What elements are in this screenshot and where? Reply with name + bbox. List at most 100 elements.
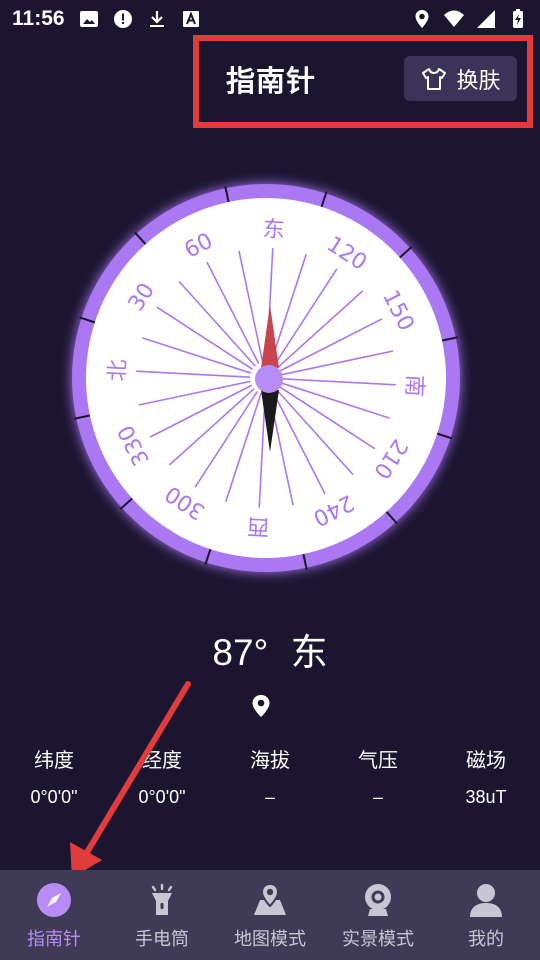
compass-tick	[119, 497, 133, 510]
location-icon	[415, 10, 429, 28]
stat-magnetic-field: 磁场 38uT	[432, 746, 540, 811]
compass-tick	[224, 186, 230, 203]
compass-spoke	[225, 392, 262, 502]
sensor-stats: 纬度 0°0'0" 经度 0°0'0" 海拔 – 气压 – 磁场 38uT	[0, 746, 540, 811]
compass-label: 300	[161, 480, 210, 524]
stat-label: 磁场	[466, 748, 506, 772]
stat-value: 0°0'0"	[30, 787, 78, 807]
compass-dial: 东 120150 南 210240 西 300330 北 30 60	[72, 184, 460, 572]
compass-spoke	[278, 386, 376, 450]
tab-label: 我的	[468, 929, 504, 950]
compass-spoke	[281, 350, 394, 376]
compass-label: 330	[113, 421, 154, 470]
compass-label: 240	[309, 489, 358, 530]
annotation-highlight-box	[193, 35, 533, 128]
compass-spoke	[276, 389, 354, 476]
tab-flashlight[interactable]: 手电筒	[108, 870, 216, 960]
compass-label: 120	[322, 232, 371, 276]
compass-tick	[436, 432, 453, 440]
stat-value: –	[264, 787, 275, 807]
status-bar: 11:56	[0, 0, 540, 38]
compass-tick	[302, 553, 308, 570]
compass-spoke	[258, 393, 266, 508]
compass-label: 西	[247, 513, 270, 539]
signal-icon	[477, 10, 495, 28]
tab-compass[interactable]: 指南针	[0, 870, 108, 960]
compass-labels: 东 120150 南 210240 西 300330 北 30 60	[105, 217, 427, 539]
compass-spoke	[168, 388, 255, 466]
compass-label: 210	[368, 434, 412, 483]
battery-icon	[513, 9, 523, 28]
compass-tick	[204, 548, 212, 565]
compass-spoke	[277, 290, 364, 368]
stat-label: 纬度	[34, 748, 74, 772]
compass-tick	[134, 231, 147, 245]
heading-direction: 东	[290, 632, 328, 673]
camera-icon	[365, 884, 391, 916]
stat-latitude: 纬度 0°0'0"	[0, 746, 108, 811]
keyboard-a-icon	[182, 11, 199, 27]
compass-label: 60	[181, 229, 217, 264]
person-icon	[470, 884, 502, 917]
compass-label: 东	[262, 217, 285, 243]
compass-label: 南	[401, 374, 427, 397]
needle-pivot	[255, 365, 283, 393]
compass-spoke	[142, 337, 252, 374]
map-icon	[254, 882, 286, 915]
stat-value: –	[372, 787, 383, 807]
stat-value: 38uT	[465, 787, 507, 807]
compass-tick	[441, 336, 458, 342]
download-icon	[149, 11, 164, 27]
flashlight-icon	[151, 883, 173, 915]
needle-north	[261, 305, 279, 368]
location-pin-icon	[252, 695, 270, 717]
tab-label: 手电筒	[135, 929, 189, 950]
compass-face	[86, 198, 446, 558]
compass-spoke	[270, 254, 307, 364]
tab-map-mode[interactable]: 地图模式	[216, 870, 324, 960]
compass-label: 北	[105, 359, 131, 382]
compass-spoke	[266, 248, 274, 363]
needle-south	[261, 390, 279, 452]
compass-tick	[320, 191, 328, 208]
compass-spoke	[149, 384, 253, 438]
annotation-arrow	[70, 681, 191, 878]
tab-profile[interactable]: 我的	[432, 870, 540, 960]
bottom-tab-bar: 指南针 手电筒 地图模式 实景模式 我的	[0, 870, 540, 960]
compass-label: 30	[124, 279, 160, 316]
compass-label: 150	[377, 286, 418, 335]
tab-live-view-mode[interactable]: 实景模式	[324, 870, 432, 960]
compass-spoke	[268, 393, 294, 506]
heading-readout: 87° 东	[0, 622, 540, 676]
stat-value: 0°0'0"	[138, 787, 186, 807]
heading-degrees: 87°	[212, 632, 269, 673]
compass-spokes	[136, 248, 396, 508]
compass-icon	[37, 883, 71, 917]
compass-spoke	[238, 250, 264, 363]
stat-label: 经度	[142, 748, 182, 772]
image-icon	[79, 11, 98, 27]
stat-label: 海拔	[250, 748, 290, 772]
tab-label: 地图模式	[234, 929, 306, 950]
tab-label: 实景模式	[342, 929, 414, 950]
compass-tick	[385, 511, 398, 525]
compass-tick	[399, 246, 413, 259]
compass-spoke	[156, 306, 254, 370]
compass-spoke	[178, 280, 256, 367]
stat-longitude: 经度 0°0'0"	[108, 746, 216, 811]
tab-label: 指南针	[27, 929, 81, 950]
compass-spoke	[136, 370, 251, 378]
compass-tick	[79, 316, 96, 324]
compass-tick	[74, 414, 91, 420]
status-time: 11:56	[12, 7, 65, 30]
compass-spoke	[138, 380, 251, 406]
compass-spoke	[194, 390, 258, 488]
compass-spoke	[272, 391, 326, 495]
compass-spoke	[281, 378, 396, 386]
compass-ring	[72, 184, 460, 572]
stat-altitude: 海拔 –	[216, 746, 324, 811]
compass-ticks	[74, 186, 458, 570]
compass-spoke	[279, 318, 383, 372]
compass-spoke	[206, 261, 260, 365]
stat-pressure: 气压 –	[324, 746, 432, 811]
